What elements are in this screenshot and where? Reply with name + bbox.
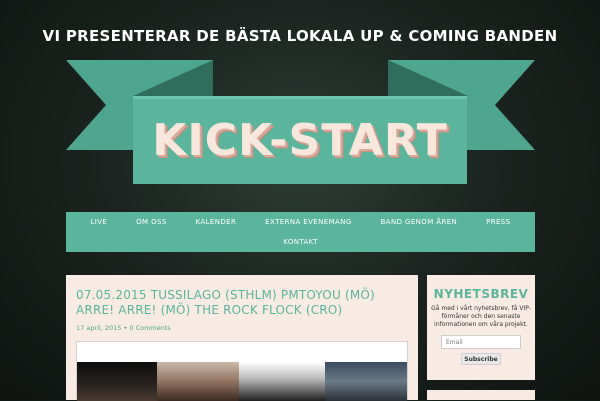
newsletter-widget: NYHETSBREV Gå med i vårt nyhetsbrev, få … xyxy=(427,275,535,380)
nav-item-kalender[interactable]: KALENDER xyxy=(196,218,237,226)
post-meta: 17 april, 2015 • 0 Comments xyxy=(76,324,171,332)
sidebar-next-widget xyxy=(427,390,535,400)
newsletter-email-input[interactable] xyxy=(441,335,521,349)
band-photo-2 xyxy=(157,362,239,401)
post-title[interactable]: 07.05.2015 TUSSILAGO (STHLM) PMTOYOU (MÖ… xyxy=(76,288,411,318)
post-featured-image[interactable] xyxy=(76,341,408,401)
nav-item-band-genom-aren[interactable]: BAND GENOM ÅREN xyxy=(381,218,458,226)
newsletter-description: Gå med i vårt nyhetsbrev, få VIP-förmåne… xyxy=(431,305,531,328)
post-date-link[interactable]: 17 april, 2015 xyxy=(76,324,121,332)
nav-row-secondary: KONTAKT xyxy=(66,232,535,252)
newsletter-subscribe-button[interactable]: Subscribe xyxy=(461,353,501,365)
nav-row-primary: LIVE OM OSS KALENDER EXTERNA EVENEMANG B… xyxy=(66,212,535,232)
band-photo-1 xyxy=(77,362,157,401)
nav-item-press[interactable]: PRESS xyxy=(486,218,510,226)
site-tagline: VI PRESENTERAR DE BÄSTA LOKALA UP & COMI… xyxy=(42,27,558,45)
newsletter-title: NYHETSBREV xyxy=(433,287,529,301)
main-navigation: LIVE OM OSS KALENDER EXTERNA EVENEMANG B… xyxy=(66,212,535,252)
nav-item-kontakt[interactable]: KONTAKT xyxy=(283,238,318,246)
site-logo[interactable]: KICK-START xyxy=(133,96,467,184)
post-comments-link[interactable]: 0 Comments xyxy=(129,324,170,332)
band-photo-3 xyxy=(239,362,325,401)
band-photo-4 xyxy=(325,362,407,401)
nav-item-externa-evenemang[interactable]: EXTERNA EVENEMANG xyxy=(265,218,352,226)
nav-item-om-oss[interactable]: OM OSS xyxy=(136,218,167,226)
band-photo-strip xyxy=(77,362,407,401)
nav-item-live[interactable]: LIVE xyxy=(90,218,107,226)
blog-post: 07.05.2015 TUSSILAGO (STHLM) PMTOYOU (MÖ… xyxy=(66,275,418,401)
